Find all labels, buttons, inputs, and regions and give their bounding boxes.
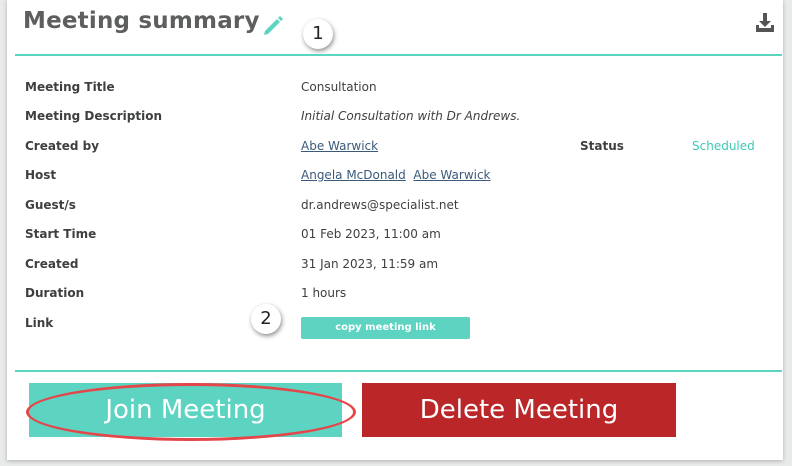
detail-row-guests: Guest/s dr.andrews@specialist.net — [7, 198, 783, 216]
delete-meeting-button[interactable]: Delete Meeting — [362, 383, 676, 437]
host-link-2[interactable]: Abe Warwick — [413, 168, 490, 182]
guests-label: Guest/s — [25, 198, 76, 212]
link-label: Link — [25, 316, 54, 330]
start-time-label: Start Time — [25, 227, 97, 241]
meeting-title-value: Consultation — [301, 80, 377, 94]
duration-value: 1 hours — [301, 286, 347, 300]
meeting-summary-card: Meeting summary 1 Meeting Title Consulta… — [7, 0, 783, 460]
download-icon[interactable] — [755, 12, 775, 34]
guests-value: dr.andrews@specialist.net — [301, 198, 459, 212]
pencil-icon[interactable] — [262, 14, 284, 36]
status-label: Status — [580, 139, 624, 153]
detail-row-title: Meeting Title Consultation — [7, 80, 783, 98]
meeting-title-label: Meeting Title — [25, 80, 115, 94]
callout-2: 2 — [251, 304, 281, 334]
created-by-label: Created by — [25, 139, 100, 153]
host-links: Angela McDonald Abe Warwick — [301, 168, 491, 182]
meeting-description-label: Meeting Description — [25, 109, 162, 123]
callout-1: 1 — [303, 19, 333, 49]
footer-divider — [15, 370, 782, 372]
created-by-link[interactable]: Abe Warwick — [301, 139, 378, 153]
join-meeting-button[interactable]: Join Meeting — [29, 383, 342, 437]
detail-row-created: Created 31 Jan 2023, 11:59 am — [7, 257, 783, 275]
duration-label: Duration — [25, 286, 85, 300]
page-title: Meeting summary — [23, 8, 260, 34]
created-label: Created — [25, 257, 79, 271]
detail-row-description: Meeting Description Initial Consultation… — [7, 109, 783, 127]
detail-row-created-by: Created by Abe Warwick Status Scheduled — [7, 139, 783, 157]
host-link-1[interactable]: Angela McDonald — [301, 168, 406, 182]
detail-row-start-time: Start Time 01 Feb 2023, 11:00 am — [7, 227, 783, 245]
created-value: 31 Jan 2023, 11:59 am — [301, 257, 439, 271]
header-divider — [15, 54, 782, 56]
host-label: Host — [25, 168, 57, 182]
status-badge: Scheduled — [692, 139, 755, 153]
detail-row-duration: Duration 1 hours — [7, 286, 783, 304]
start-time-value: 01 Feb 2023, 11:00 am — [301, 227, 441, 241]
copy-meeting-link-button[interactable]: copy meeting link — [301, 317, 470, 339]
meeting-description-value: Initial Consultation with Dr Andrews. — [301, 109, 521, 123]
detail-row-host: Host Angela McDonald Abe Warwick — [7, 168, 783, 186]
